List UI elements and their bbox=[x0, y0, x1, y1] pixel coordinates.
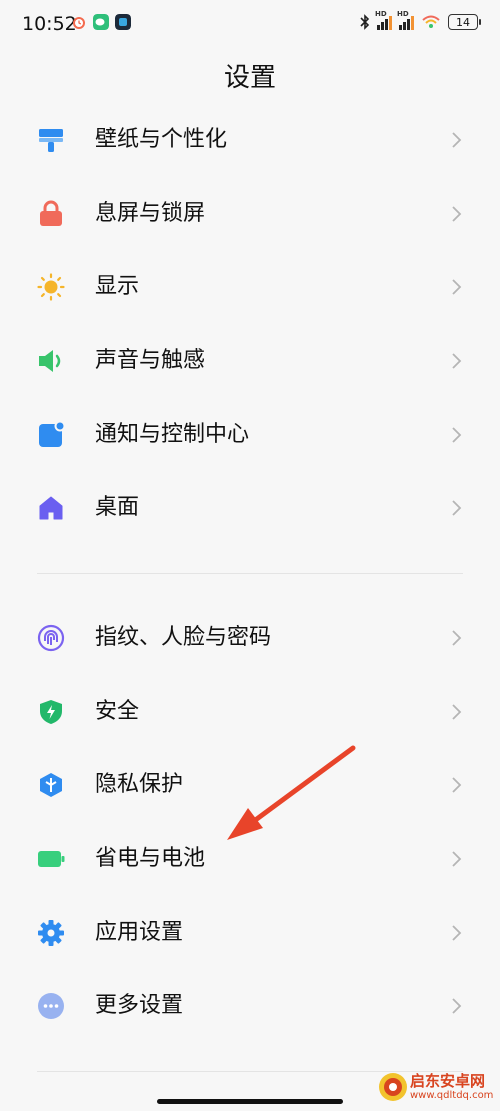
more-icon bbox=[38, 993, 64, 1019]
chevron-right-icon bbox=[452, 998, 462, 1014]
menu-item-wallpaper[interactable]: 壁纸与个性化 bbox=[0, 103, 500, 177]
menu-item-display[interactable]: 显示 bbox=[0, 250, 500, 324]
menu-item-label: 显示 bbox=[95, 274, 140, 299]
menu-item-label: 指纹、人脸与密码 bbox=[95, 625, 272, 650]
notification-icon bbox=[39, 421, 65, 447]
chevron-right-icon bbox=[452, 777, 462, 793]
menu-item-more-settings[interactable]: 更多设置 bbox=[0, 969, 500, 1043]
signal-icon: HD bbox=[375, 10, 392, 30]
menu-item-notifications[interactable]: 通知与控制中心 bbox=[0, 398, 500, 472]
menu-item-label: 更多设置 bbox=[95, 993, 184, 1018]
chevron-right-icon bbox=[452, 704, 462, 720]
paint-roller-icon bbox=[39, 129, 63, 152]
menu-item-label: 通知与控制中心 bbox=[95, 422, 250, 447]
menu-item-fingerprint[interactable]: 指纹、人脸与密码 bbox=[0, 601, 500, 675]
page-title: 设置 bbox=[223, 63, 276, 93]
chevron-right-icon bbox=[452, 353, 462, 369]
chevron-right-icon bbox=[452, 279, 462, 295]
menu-item-label: 隐私保护 bbox=[95, 772, 184, 797]
chevron-right-icon bbox=[452, 851, 462, 867]
menu-item-label: 应用设置 bbox=[95, 920, 184, 945]
privacy-icon bbox=[40, 773, 62, 797]
status-bar: 10:52 HD HD 14 bbox=[0, 0, 500, 48]
bluetooth-icon bbox=[360, 14, 370, 30]
home-icon bbox=[39, 496, 63, 520]
chevron-right-icon bbox=[452, 427, 462, 443]
menu-item-privacy[interactable]: 隐私保护 bbox=[0, 748, 500, 822]
menu-item-home-screen[interactable]: 桌面 bbox=[0, 471, 500, 545]
watermark: 启东安卓网 www.qdltdq.com bbox=[378, 1068, 500, 1106]
menu-item-label: 声音与触感 bbox=[95, 348, 206, 373]
chevron-right-icon bbox=[452, 630, 462, 646]
chevron-right-icon bbox=[452, 500, 462, 516]
watermark-logo-icon bbox=[379, 1073, 407, 1101]
home-indicator bbox=[157, 1099, 343, 1104]
menu-item-label: 壁纸与个性化 bbox=[95, 127, 228, 152]
wifi-icon bbox=[422, 15, 440, 28]
signal-icon: HD bbox=[397, 10, 414, 30]
app-icon bbox=[115, 14, 131, 30]
gear-icon bbox=[38, 920, 64, 946]
menu-item-label: 省电与电池 bbox=[95, 846, 206, 871]
chevron-right-icon bbox=[452, 206, 462, 222]
shield-icon bbox=[40, 700, 62, 724]
menu-item-battery[interactable]: 省电与电池 bbox=[0, 822, 500, 896]
battery-indicator: 14 bbox=[448, 14, 481, 30]
menu-item-app-settings[interactable]: 应用设置 bbox=[0, 896, 500, 970]
menu-item-label: 桌面 bbox=[95, 495, 140, 520]
chevron-right-icon bbox=[452, 132, 462, 148]
watermark-url: www.qdltdq.com bbox=[410, 1090, 494, 1101]
menu-item-security[interactable]: 安全 bbox=[0, 675, 500, 749]
fingerprint-icon bbox=[37, 624, 65, 652]
menu-item-sound[interactable]: 声音与触感 bbox=[0, 324, 500, 398]
section-divider bbox=[37, 573, 463, 574]
chevron-right-icon bbox=[452, 925, 462, 941]
sun-icon bbox=[37, 273, 65, 301]
menu-item-lockscreen[interactable]: 息屏与锁屏 bbox=[0, 177, 500, 251]
watermark-title: 启东安卓网 bbox=[410, 1072, 486, 1090]
lock-icon bbox=[40, 200, 62, 226]
status-time: 10:52 bbox=[22, 13, 77, 35]
menu-item-label: 息屏与锁屏 bbox=[95, 201, 206, 226]
alarm-icon bbox=[73, 17, 85, 29]
menu-item-label: 安全 bbox=[95, 699, 140, 724]
speaker-icon bbox=[39, 350, 61, 372]
wechat-icon bbox=[93, 14, 109, 30]
battery-icon bbox=[38, 851, 65, 867]
